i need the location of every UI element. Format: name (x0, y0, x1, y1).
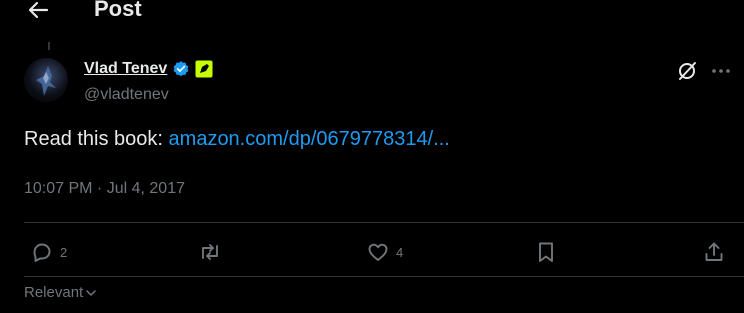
divider-bottom (24, 276, 744, 277)
sort-dropdown[interactable]: Relevant (24, 284, 97, 301)
author-name-row: Vlad Tenev (84, 60, 213, 78)
bookmark-icon (539, 242, 553, 262)
reply-icon (33, 243, 51, 262)
repost-button[interactable] (198, 240, 222, 264)
tweet-text-prefix: Read this book: (24, 128, 169, 150)
author-handle[interactable]: @vladtenev (84, 86, 169, 104)
grok-icon[interactable] (676, 60, 698, 82)
bookmark-button[interactable] (534, 240, 558, 264)
sort-label: Relevant (24, 284, 84, 301)
repost-icon (202, 244, 218, 260)
reply-button[interactable]: 2 (30, 240, 67, 264)
avatar[interactable] (24, 58, 68, 102)
share-button[interactable] (702, 240, 726, 264)
divider-top (24, 222, 744, 223)
affiliate-badge-icon (195, 60, 213, 78)
action-bar: 2 4 (24, 236, 732, 272)
back-arrow-icon[interactable] (26, 0, 50, 20)
avatar-figure-icon (36, 66, 56, 96)
more-options-icon[interactable] (710, 62, 732, 80)
tweet-text: Read this book: amazon.com/dp/0679778314… (24, 128, 450, 151)
header-bar: Post (0, 0, 744, 24)
heart-icon (368, 243, 388, 261)
page-title: Post (94, 0, 142, 21)
tweet-timestamp[interactable]: 10:07 PM · Jul 4, 2017 (24, 180, 185, 198)
chevron-down-icon (86, 289, 96, 296)
verified-badge-icon (173, 61, 189, 77)
like-count: 4 (396, 244, 404, 260)
share-icon (705, 242, 723, 261)
tweet-link[interactable]: amazon.com/dp/0679778314/... (169, 128, 450, 150)
reply-count: 2 (60, 244, 68, 260)
thread-connector (48, 42, 50, 50)
author-name[interactable]: Vlad Tenev (84, 60, 167, 78)
like-button[interactable]: 4 (366, 240, 403, 264)
